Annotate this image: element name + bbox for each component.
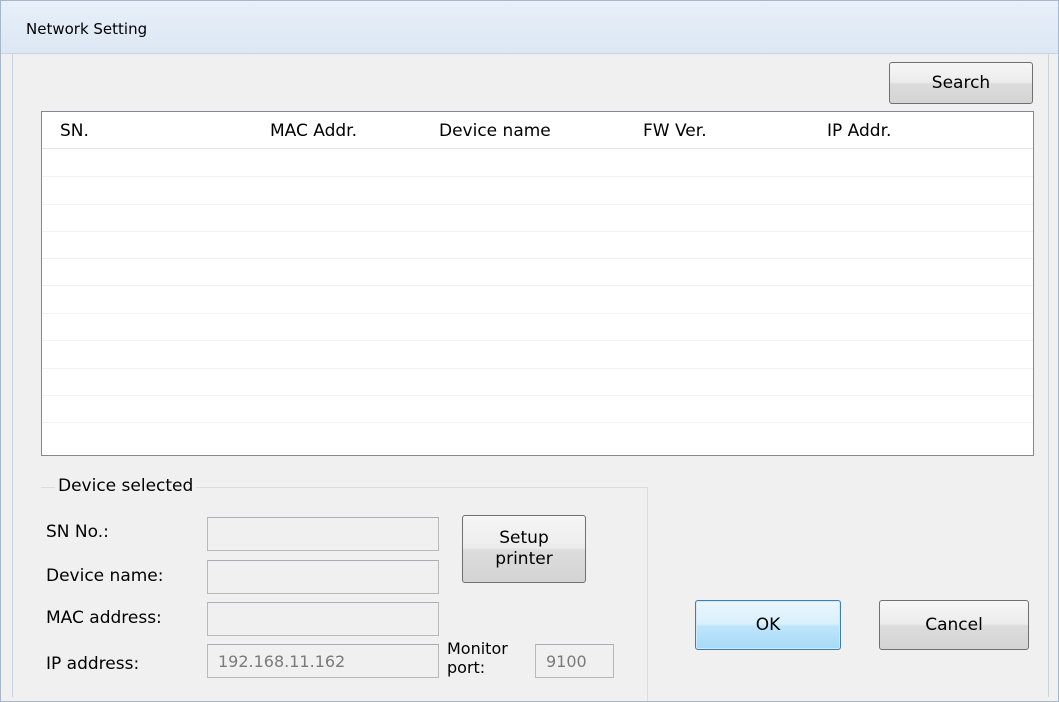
ok-button[interactable]: OK [695, 600, 841, 650]
monitor-port-field[interactable]: 9100 [535, 644, 614, 678]
row-divider [42, 258, 1033, 259]
column-header-fw-ver[interactable]: FW Ver. [643, 121, 707, 141]
column-header-sn[interactable]: SN. [60, 121, 89, 141]
column-header-device-name[interactable]: Device name [439, 121, 551, 141]
window-title: Network Setting [26, 20, 148, 38]
setup-printer-button[interactable]: Setup printer [462, 515, 586, 583]
sn-field[interactable] [207, 517, 439, 551]
row-divider [42, 204, 1033, 205]
sn-label: SN No.: [46, 522, 109, 542]
row-divider [42, 176, 1033, 177]
mac-address-label: MAC address: [46, 608, 162, 628]
row-divider [42, 368, 1033, 369]
ip-address-field[interactable]: 192.168.11.162 [207, 644, 439, 678]
column-header-mac[interactable]: MAC Addr. [270, 121, 357, 141]
device-selected-label: Device selected [55, 476, 197, 496]
monitor-port-label: Monitor port: [447, 639, 508, 677]
search-button[interactable]: Search [889, 62, 1033, 104]
device-list-header: SN. MAC Addr. Device name FW Ver. IP Add… [42, 112, 1033, 149]
row-divider [42, 340, 1033, 341]
mac-address-field[interactable] [207, 602, 439, 636]
row-divider [42, 313, 1033, 314]
row-divider [42, 395, 1033, 396]
device-name-label: Device name: [46, 566, 164, 586]
title-bar[interactable]: Network Setting [1, 1, 1058, 54]
row-divider [42, 231, 1033, 232]
column-header-ip[interactable]: IP Addr. [827, 121, 891, 141]
ip-address-label: IP address: [46, 654, 140, 674]
device-name-field[interactable] [207, 560, 439, 594]
row-divider [42, 285, 1033, 286]
device-list[interactable]: SN. MAC Addr. Device name FW Ver. IP Add… [41, 111, 1034, 456]
cancel-button[interactable]: Cancel [879, 600, 1029, 650]
row-divider [42, 422, 1033, 423]
